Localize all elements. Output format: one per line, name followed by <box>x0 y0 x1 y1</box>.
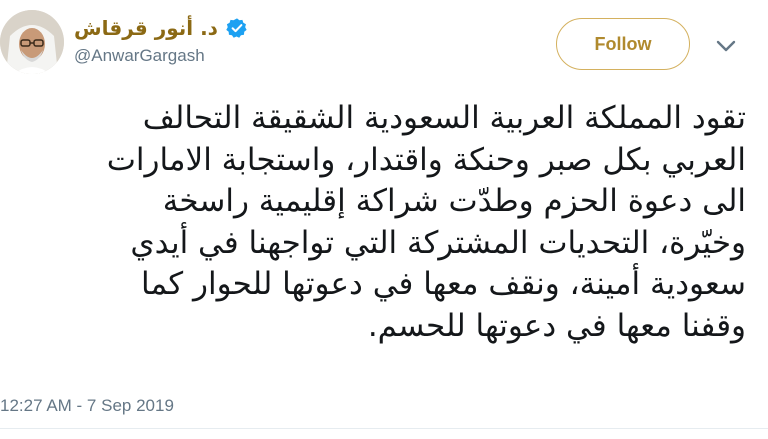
verified-badge-icon <box>226 17 248 39</box>
tweet-text-line: وقفنا معها في دعوتها للحسم. <box>367 307 746 344</box>
user-handle[interactable]: @AnwarGargash <box>74 46 374 66</box>
name-row: د. أنور قرقاش <box>74 14 374 42</box>
divider <box>0 428 768 429</box>
tweet-text-line: الى دعوة الحزم وطدّت شراكة إقليمية راسخة <box>162 183 746 219</box>
tweet-text: تقود المملكة العربية السعودية الشقيقة ال… <box>6 98 746 347</box>
chevron-down-icon[interactable] <box>715 38 737 52</box>
tweet-text-line: العربي بكل صبر وحنكة واقتدار، واستجابة ا… <box>106 141 746 178</box>
tweet-timestamp[interactable]: 12:27 AM - 7 Sep 2019 <box>0 396 174 416</box>
tweet-text-line: تقود المملكة العربية السعودية الشقيقة ال… <box>142 100 746 136</box>
tweet-text-line: وخيّرة، التحديات المشتركة التي تواجهنا ف… <box>130 224 746 261</box>
follow-button[interactable]: Follow <box>556 18 690 70</box>
avatar-image <box>0 10 64 74</box>
tweet-text-line: سعودية أمينة، ونقف معها في دعوتها للحوار… <box>141 266 746 302</box>
tweet-card: د. أنور قرقاش @AnwarGargash Follow تقود … <box>0 0 768 439</box>
avatar[interactable] <box>0 10 64 74</box>
author-block[interactable]: د. أنور قرقاش @AnwarGargash <box>74 14 374 66</box>
display-name[interactable]: د. أنور قرقاش <box>74 16 218 40</box>
